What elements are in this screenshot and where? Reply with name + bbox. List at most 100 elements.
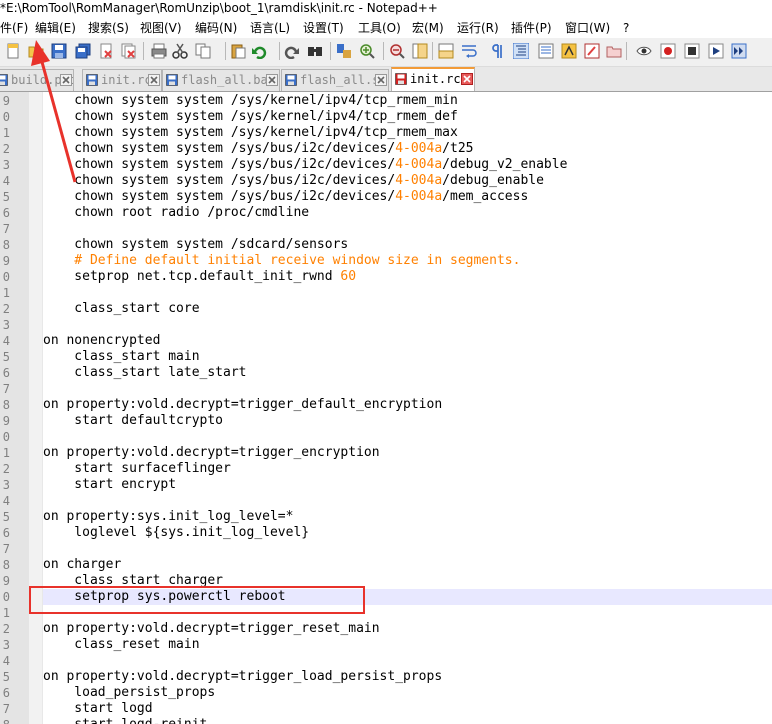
save-macro-icon[interactable] xyxy=(731,43,747,59)
code-line[interactable]: on charger xyxy=(43,557,772,573)
code-line[interactable] xyxy=(43,493,772,509)
tab-close-icon[interactable] xyxy=(375,74,387,86)
tab-3[interactable]: flash_all.sh xyxy=(281,69,389,91)
monitor-icon[interactable] xyxy=(606,43,622,59)
replace-icon[interactable] xyxy=(336,43,352,59)
menu-item-6[interactable]: 设置(T) xyxy=(303,18,344,38)
code-line[interactable]: loglevel ${sys.init_log_level} xyxy=(43,525,772,541)
code-line[interactable]: on property:vold.decrypt=trigger_default… xyxy=(43,397,772,413)
show-all-chars-icon[interactable] xyxy=(490,43,506,59)
menu-item-2[interactable]: 搜索(S) xyxy=(88,18,129,38)
code-line[interactable]: load_persist_props xyxy=(43,685,772,701)
line-number: 9 xyxy=(2,254,10,268)
menu-item-7[interactable]: 工具(O) xyxy=(358,18,401,38)
code-line[interactable]: chown system system /sys/kernel/ipv4/tcp… xyxy=(43,125,772,141)
code-line[interactable] xyxy=(43,653,772,669)
undo-icon[interactable] xyxy=(251,43,267,59)
indent-guide-icon[interactable] xyxy=(513,43,529,59)
cut-icon[interactable] xyxy=(172,43,188,59)
menu-item-11[interactable]: 窗口(W) xyxy=(565,18,610,38)
tab-2[interactable]: flash_all.bat xyxy=(162,69,280,91)
menu-item-12[interactable]: ? xyxy=(623,18,629,38)
tab-close-icon[interactable] xyxy=(148,74,160,86)
code-line[interactable]: chown system system /sys/bus/i2c/devices… xyxy=(43,189,772,205)
code-line[interactable]: class_start late_start xyxy=(43,365,772,381)
code-line[interactable]: class_reset main xyxy=(43,637,772,653)
new-file-icon[interactable] xyxy=(5,43,21,59)
code-line[interactable] xyxy=(43,381,772,397)
code-line[interactable]: chown system system /sys/bus/i2c/devices… xyxy=(43,157,772,173)
code-line[interactable]: start surfaceflinger xyxy=(43,461,772,477)
sync-vertical-icon[interactable] xyxy=(412,43,428,59)
code-line[interactable]: chown system system /sys/bus/i2c/devices… xyxy=(43,173,772,189)
code-token: loglevel ${sys.init_log_level} xyxy=(43,525,310,540)
save-all-icon[interactable] xyxy=(75,43,91,59)
fold-margin[interactable] xyxy=(29,92,43,724)
code-line[interactable] xyxy=(43,429,772,445)
menu-item-8[interactable]: 宏(M) xyxy=(412,18,444,38)
zoom-in-icon[interactable] xyxy=(359,43,375,59)
sync-horizontal-icon[interactable] xyxy=(438,43,454,59)
menu-item-3[interactable]: 视图(V) xyxy=(140,18,182,38)
line-number: 0 xyxy=(2,270,10,284)
tab-label: init.rc xyxy=(101,73,152,87)
tab-1[interactable]: init.rc xyxy=(82,69,162,91)
code-line[interactable]: chown root radio /proc/cmdline xyxy=(43,205,772,221)
close-all-icon[interactable] xyxy=(121,43,137,59)
code-line[interactable] xyxy=(43,541,772,557)
print-icon[interactable] xyxy=(151,43,167,59)
code-line[interactable]: start defaultcrypto xyxy=(43,413,772,429)
code-line[interactable]: on property:vold.decrypt=trigger_encrypt… xyxy=(43,445,772,461)
word-wrap-icon[interactable] xyxy=(461,43,477,59)
editor-text-area[interactable]: chown system system /sys/kernel/ipv4/tcp… xyxy=(43,92,772,724)
code-line[interactable] xyxy=(43,317,772,333)
document-map-icon[interactable] xyxy=(538,43,554,59)
tab-0[interactable]: build.prop xyxy=(0,69,74,91)
code-line[interactable]: chown system system /sdcard/sensors xyxy=(43,237,772,253)
run-macro-multiple-icon[interactable] xyxy=(708,43,724,59)
menu-item-5[interactable]: 语言(L) xyxy=(250,18,290,38)
code-line[interactable]: on property:vold.decrypt=trigger_load_pe… xyxy=(43,669,772,685)
tab-close-icon[interactable] xyxy=(60,74,72,86)
find-icon[interactable] xyxy=(307,43,323,59)
code-line[interactable]: chown system system /sys/kernel/ipv4/tcp… xyxy=(43,93,772,109)
function-list-icon[interactable] xyxy=(561,43,577,59)
code-line[interactable]: class_start main xyxy=(43,349,772,365)
toolbar-separator xyxy=(225,42,226,60)
line-number: 0 xyxy=(2,430,10,444)
record-macro-icon[interactable] xyxy=(636,43,652,59)
paste-icon[interactable] xyxy=(230,43,246,59)
line-number: 3 xyxy=(2,478,10,492)
tab-close-icon[interactable] xyxy=(266,74,278,86)
zoom-out-icon[interactable] xyxy=(389,43,405,59)
menu-item-0[interactable]: 件(F) xyxy=(0,18,28,38)
play-macro-icon[interactable] xyxy=(684,43,700,59)
close-icon[interactable] xyxy=(98,43,114,59)
code-line[interactable]: chown system system /sys/kernel/ipv4/tcp… xyxy=(43,109,772,125)
menu-item-10[interactable]: 插件(P) xyxy=(511,18,552,38)
code-line[interactable]: chown system system /sys/bus/i2c/devices… xyxy=(43,141,772,157)
tab-4[interactable]: init.rc xyxy=(391,67,475,91)
stop-record-icon[interactable] xyxy=(660,43,676,59)
tab-close-icon[interactable] xyxy=(461,73,473,85)
code-line[interactable]: start encrypt xyxy=(43,477,772,493)
open-file-icon[interactable] xyxy=(28,43,44,59)
code-line[interactable]: on nonencrypted xyxy=(43,333,772,349)
code-line[interactable]: # Define default initial receive window … xyxy=(43,253,772,269)
redo-icon[interactable] xyxy=(284,43,300,59)
menu-item-9[interactable]: 运行(R) xyxy=(457,18,499,38)
menu-item-1[interactable]: 编辑(E) xyxy=(35,18,76,38)
code-line[interactable]: start logd-reinit xyxy=(43,717,772,724)
code-line[interactable]: on property:vold.decrypt=trigger_reset_m… xyxy=(43,621,772,637)
code-line[interactable]: on property:sys.init_log_level=* xyxy=(43,509,772,525)
code-line[interactable]: start logd xyxy=(43,701,772,717)
menu-item-4[interactable]: 编码(N) xyxy=(195,18,237,38)
code-line[interactable] xyxy=(43,285,772,301)
save-icon[interactable] xyxy=(51,43,67,59)
folder-workspace-icon[interactable] xyxy=(584,43,600,59)
code-line[interactable]: setprop net.tcp.default_init_rwnd 60 xyxy=(43,269,772,285)
code-line[interactable]: class_start core xyxy=(43,301,772,317)
code-line[interactable] xyxy=(43,221,772,237)
copy-icon[interactable] xyxy=(195,43,211,59)
line-number: 3 xyxy=(2,638,10,652)
